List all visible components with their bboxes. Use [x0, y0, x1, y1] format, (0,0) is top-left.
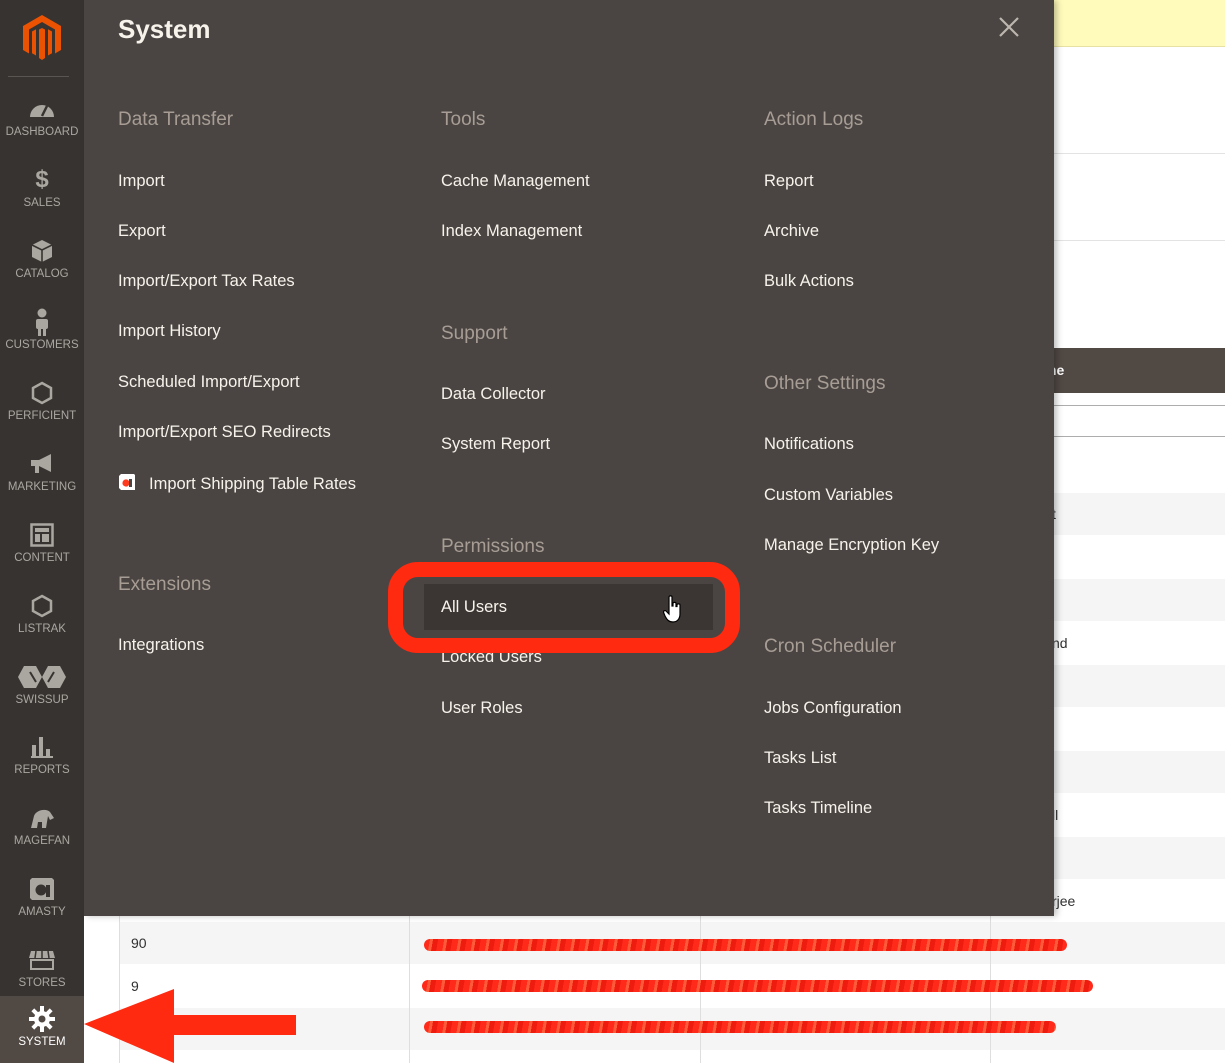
sidebar-item-magefan[interactable]: MAGEFAN — [0, 793, 84, 863]
sidebar-item-sales[interactable]: $ SALES — [0, 155, 84, 225]
sidebar-item-label: PERFICIENT — [7, 410, 77, 422]
arrow-annotation-icon — [84, 989, 296, 1063]
section-title-support: Support — [441, 323, 508, 344]
section-title-permissions: Permissions — [441, 536, 545, 557]
menu-link-manage-encryption-key[interactable]: Manage Encryption Key — [764, 536, 939, 555]
grid-column-header[interactable]: me — [1044, 348, 1225, 393]
menu-link-tasks-timeline[interactable]: Tasks Timeline — [764, 799, 872, 818]
menu-link-index-management[interactable]: Index Management — [441, 222, 582, 241]
sidebar-item-marketing[interactable]: MARKETING — [0, 439, 84, 509]
sidebar-item-label: CATALOG — [15, 268, 69, 280]
close-icon — [999, 17, 1019, 37]
grid-filter-input[interactable] — [1049, 405, 1225, 437]
section-title-extensions: Extensions — [118, 574, 211, 595]
section-title-other-settings: Other Settings — [764, 373, 886, 394]
section-title-data-transfer: Data Transfer — [118, 109, 234, 130]
sidebar-item-perficient[interactable]: PERFICIENT — [0, 368, 84, 438]
system-menu-flyout: System Data Transfer Import Export Impor… — [84, 0, 1054, 916]
magento-logo-icon — [23, 15, 61, 60]
sidebar-item-content[interactable]: CONTENT — [0, 510, 84, 580]
sidebar-item-label: REPORTS — [14, 764, 70, 776]
flyout-title: System — [118, 14, 211, 44]
sidebar-item-dashboard[interactable]: DASHBOARD — [0, 84, 84, 154]
redaction-scribble — [422, 980, 1093, 992]
magefan-icon — [28, 803, 56, 833]
menu-link-export[interactable]: Export — [118, 222, 166, 241]
sidebar-item-listrak[interactable]: LISTRAK — [0, 581, 84, 651]
sidebar-item-label: MAGEFAN — [13, 835, 71, 847]
sidebar-item-amasty[interactable]: AMASTY — [0, 864, 84, 934]
amasty-icon — [28, 874, 56, 904]
menu-link-import[interactable]: Import — [118, 172, 165, 191]
megaphone-icon — [29, 449, 55, 479]
sidebar-item-label: SALES — [23, 197, 61, 209]
menu-link-archive[interactable]: Archive — [764, 222, 819, 241]
layout-icon — [30, 520, 54, 550]
menu-link-import-export-tax-rates[interactable]: Import/Export Tax Rates — [118, 272, 295, 291]
menu-link-jobs-configuration[interactable]: Jobs Configuration — [764, 699, 902, 718]
menu-link-user-roles[interactable]: User Roles — [441, 699, 523, 718]
redaction-scribble — [424, 939, 1067, 951]
swissup-icon — [16, 662, 68, 692]
hexagon-icon — [31, 591, 53, 621]
table-cell: nd — [1052, 635, 1068, 651]
section-title-cron-scheduler: Cron Scheduler — [764, 636, 897, 657]
user-id-cell: 90 — [131, 935, 147, 951]
close-button[interactable] — [996, 14, 1022, 40]
gear-icon — [29, 1004, 55, 1034]
menu-link-report[interactable]: Report — [764, 172, 814, 191]
sidebar-item-catalog[interactable]: CATALOG — [0, 226, 84, 296]
sidebar-item-label: MARKETING — [7, 481, 77, 493]
menu-link-data-collector[interactable]: Data Collector — [441, 385, 546, 404]
sidebar-item-label: STORES — [18, 977, 66, 989]
dollar-icon: $ — [35, 166, 49, 193]
section-title-tools: Tools — [441, 109, 486, 130]
sidebar-item-stores[interactable]: STORES — [0, 935, 84, 1005]
sidebar-item-label: AMASTY — [18, 906, 66, 918]
menu-link-cache-management[interactable]: Cache Management — [441, 172, 590, 191]
admin-sidebar: DASHBOARD $ SALES CATALOG CUSTOMERS PERF… — [0, 0, 84, 1063]
menu-link-label: Import Shipping Table Rates — [149, 475, 356, 493]
menu-link-custom-variables[interactable]: Custom Variables — [764, 486, 893, 505]
menu-link-scheduled-import-export[interactable]: Scheduled Import/Export — [118, 373, 300, 392]
menu-link-bulk-actions[interactable]: Bulk Actions — [764, 272, 854, 291]
amasty-icon — [119, 474, 135, 490]
menu-link-import-history[interactable]: Import History — [118, 322, 221, 341]
store-icon — [28, 945, 56, 975]
sidebar-item-swissup[interactable]: SWISSUP — [0, 652, 84, 722]
sidebar-item-label: SYSTEM — [18, 1036, 66, 1048]
magento-logo[interactable] — [0, 0, 84, 76]
sidebar-item-reports[interactable]: REPORTS — [0, 722, 84, 792]
section-title-action-logs: Action Logs — [764, 109, 864, 130]
sidebar-item-label: DASHBOARD — [5, 126, 79, 138]
menu-link-tasks-list[interactable]: Tasks List — [764, 749, 836, 768]
menu-link-notifications[interactable]: Notifications — [764, 435, 854, 454]
menu-link-import-export-seo-redirects[interactable]: Import/Export SEO Redirects — [118, 423, 331, 442]
sidebar-item-customers[interactable]: CUSTOMERS — [0, 297, 84, 367]
table-cell: rjee — [1052, 893, 1076, 909]
box-icon — [31, 236, 53, 266]
highlight-annotation — [388, 562, 740, 653]
menu-link-import-shipping-table-rates[interactable]: Import Shipping Table Rates — [118, 473, 356, 494]
sidebar-item-label: CUSTOMERS — [5, 339, 79, 351]
person-icon — [34, 307, 50, 337]
bar-chart-icon — [30, 732, 54, 762]
sidebar-item-label: LISTRAK — [18, 623, 66, 635]
sidebar-divider — [8, 76, 69, 77]
menu-link-integrations[interactable]: Integrations — [118, 636, 204, 655]
sidebar-item-label: SWISSUP — [15, 694, 69, 706]
hexagon-icon — [31, 378, 53, 408]
dashboard-icon — [29, 94, 55, 124]
redaction-scribble — [424, 1021, 1056, 1033]
hand-cursor-icon — [663, 595, 681, 623]
sidebar-item-system[interactable]: SYSTEM — [0, 996, 84, 1063]
column-divider — [409, 915, 410, 1063]
sidebar-item-label: CONTENT — [14, 552, 70, 564]
menu-link-system-report[interactable]: System Report — [441, 435, 550, 454]
